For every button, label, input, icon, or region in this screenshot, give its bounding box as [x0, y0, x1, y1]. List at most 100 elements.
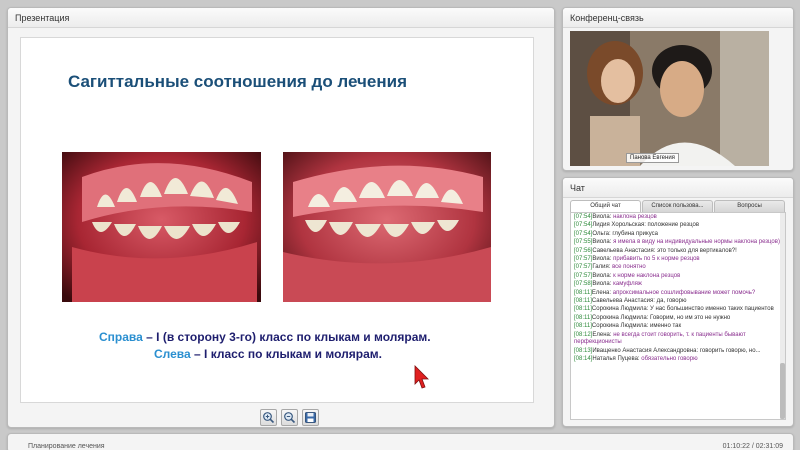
- chat-message-text: прибавить по 5 к норме резцов: [613, 256, 700, 263]
- chat-message-author: Виола:: [592, 256, 612, 263]
- chat-scrollbar[interactable]: [780, 213, 785, 419]
- chat-message-author: Елена:: [591, 289, 612, 296]
- chat-message-time: [07:56]: [574, 247, 593, 254]
- caption-right-label: Справа: [99, 330, 143, 344]
- chat-message-author: Сорокина Людмила:: [591, 314, 649, 321]
- chat-scrollbar-thumb[interactable]: [780, 363, 785, 419]
- chat-message: [07:54]Виола: наклона резцов: [574, 214, 782, 221]
- chat-message-author: Виола:: [592, 214, 612, 220]
- teeth-photo-right: [62, 152, 261, 302]
- chat-message-list[interactable]: [07:54]Виола: наклона резцов [07:54]Лидия…: [570, 212, 786, 420]
- chat-message-author: Виола:: [592, 281, 612, 288]
- chat-message-author: Савельева Анастасия:: [591, 298, 655, 305]
- chat-message-time: [07:57]: [574, 264, 593, 271]
- chat-message-time: [07:55]: [574, 239, 593, 246]
- chat-message-author: Виола:: [592, 239, 612, 246]
- chat-message-time: [07:57]: [574, 256, 593, 263]
- chat-message: [07:54]Ольга: глубина прикуса: [574, 231, 782, 238]
- chat-message-time: [07:58]: [574, 281, 593, 288]
- zoom-in-button[interactable]: [260, 409, 277, 426]
- chat-message: [07:57]Виола: прибавить по 5 к норме рез…: [574, 256, 782, 263]
- chat-message-time: [08:11]: [574, 298, 592, 305]
- chat-message-time: [08:13]: [574, 347, 593, 354]
- chat-message-time: [07:54]: [574, 214, 593, 220]
- pointer-cursor-icon: [414, 365, 429, 389]
- chat-message-time: [08:11]: [574, 323, 592, 330]
- chat-message-text: обязательно говорю: [641, 355, 698, 362]
- chat-message-text: апроксимальное сошлифовывание может помо…: [612, 289, 756, 296]
- chat-message-text: это только для вертикалов?!: [657, 247, 737, 254]
- chat-message-author: Елена:: [592, 331, 612, 338]
- caption-right: Справа – I (в сторону 3-го) класс по клы…: [99, 330, 431, 344]
- chat-message: [07:58]Виола: камуфляж: [574, 281, 782, 288]
- chat-message: [08:14]Наталья Пуцева: обязательно говор…: [574, 356, 782, 363]
- chat-message-text: говорить говорю, но...: [699, 347, 761, 354]
- chat-panel: Чат Общий чат Список пользова... Вопросы…: [562, 177, 794, 427]
- chat-message-text: глубина прикуса: [612, 230, 658, 237]
- chat-message: [08:13]Иващенко Анастасия Александровна:…: [574, 348, 782, 355]
- chat-message: [07:57]Галия: все понятно: [574, 264, 782, 271]
- chat-message-author: Виола:: [592, 272, 612, 279]
- chat-message-text: да, говорю: [656, 298, 687, 305]
- zoom-in-icon: [263, 412, 275, 424]
- chat-message-author: Сорокина Людмила:: [591, 323, 649, 330]
- chat-message-author: Наталья Пуцева:: [592, 355, 640, 362]
- tab-user-list[interactable]: Список пользова...: [642, 200, 713, 212]
- chat-message-author: Сорокина Людмила:: [591, 306, 649, 313]
- chat-message-time: [08:12]: [574, 331, 593, 338]
- chat-message-time: [08:11]: [574, 306, 592, 313]
- teeth-photo-left: [283, 152, 491, 302]
- presentation-panel: Презентация Сагиттальные соотношения до …: [7, 7, 555, 428]
- chat-message-text: камуфляж: [613, 281, 642, 288]
- chat-tabs: Общий чат Список пользова... Вопросы: [570, 200, 786, 212]
- caption-right-text: – I (в сторону 3-го) класс по клыкам и м…: [142, 330, 431, 344]
- save-icon: [305, 412, 316, 423]
- caption-left-label: Слева: [154, 347, 191, 361]
- chat-message-text: я имела в виду на индивидуальные нормы н…: [613, 239, 782, 246]
- chat-message-author: Савельева Анастасия:: [592, 247, 656, 254]
- chat-message-text: именно так: [650, 323, 682, 330]
- chat-message: [08:11]Сорокина Людмила: Говорим, но им …: [574, 315, 782, 322]
- save-button[interactable]: [302, 409, 319, 426]
- tab-general-chat[interactable]: Общий чат: [570, 200, 641, 212]
- chat-message: [08:11]Елена: апроксимальное сошлифовыва…: [574, 290, 782, 297]
- chat-message-time: [07:54]: [574, 222, 593, 229]
- chat-message: [07:54]Лидия Хорольская: положение резцо…: [574, 222, 782, 229]
- slide: Сагиттальные соотношения до лечения Спра…: [20, 37, 534, 403]
- chat-message-time: [08:11]: [574, 314, 592, 321]
- chat-message-author: Иващенко Анастасия Александровна:: [592, 347, 699, 354]
- caption-left: Слева – I класс по клыкам и молярам.: [154, 347, 382, 361]
- chat-message-time: [07:57]: [574, 272, 593, 279]
- chat-message: [08:11]Сорокина Людмила: У нас большинст…: [574, 306, 782, 313]
- chat-message-text: наклона резцов: [613, 214, 657, 220]
- chat-message-time: [08:11]: [574, 289, 592, 296]
- playback-time: 01:10:22 / 02:31:09: [722, 443, 783, 450]
- tab-questions[interactable]: Вопросы: [714, 200, 785, 212]
- participant-name-label: Панова Евгения: [626, 153, 679, 163]
- chat-message-text: Говорим, но им это не нужно: [650, 314, 731, 321]
- zoom-out-icon: [284, 412, 296, 424]
- chat-message-text: положение резцов: [647, 222, 700, 229]
- conference-panel-title: Конференц-связь: [563, 8, 793, 28]
- presentation-panel-title: Презентация: [8, 8, 554, 28]
- zoom-out-button[interactable]: [281, 409, 298, 426]
- slide-title: Сагиттальные соотношения до лечения: [67, 72, 408, 91]
- chat-message: [08:11]Сорокина Людмила: именно так: [574, 323, 782, 330]
- chat-message-author: Лидия Хорольская:: [592, 222, 646, 229]
- chat-message-text: все понятно: [612, 264, 646, 271]
- chat-message-text: к норме наклона резцов: [613, 272, 681, 279]
- chat-message: [08:11]Савельева Анастасия: да, говорю: [574, 298, 782, 305]
- chat-message-time: [08:14]: [574, 355, 593, 362]
- chat-message: [07:55]Виола: я имела в виду на индивиду…: [574, 239, 782, 246]
- lecture-title: Планирование лечения: [28, 443, 105, 450]
- chat-message-author: Ольга:: [592, 230, 611, 237]
- chat-message-author: Галия:: [592, 264, 611, 271]
- status-bar: Планирование лечения 01:10:22 / 02:31:09: [7, 433, 794, 450]
- chat-message-text: У нас большинство именно таких пациентов: [650, 306, 774, 313]
- conference-panel: Конференц-связь Панова Евгения: [562, 7, 794, 171]
- chat-message: [08:12]Елена: не всегда стоит говорить, …: [574, 332, 782, 347]
- chat-message: [07:57]Виола: к норме наклона резцов: [574, 273, 782, 280]
- chat-message-time: [07:54]: [574, 230, 593, 237]
- video-feed[interactable]: Панова Евгения: [570, 31, 769, 166]
- chat-panel-title: Чат: [563, 178, 793, 198]
